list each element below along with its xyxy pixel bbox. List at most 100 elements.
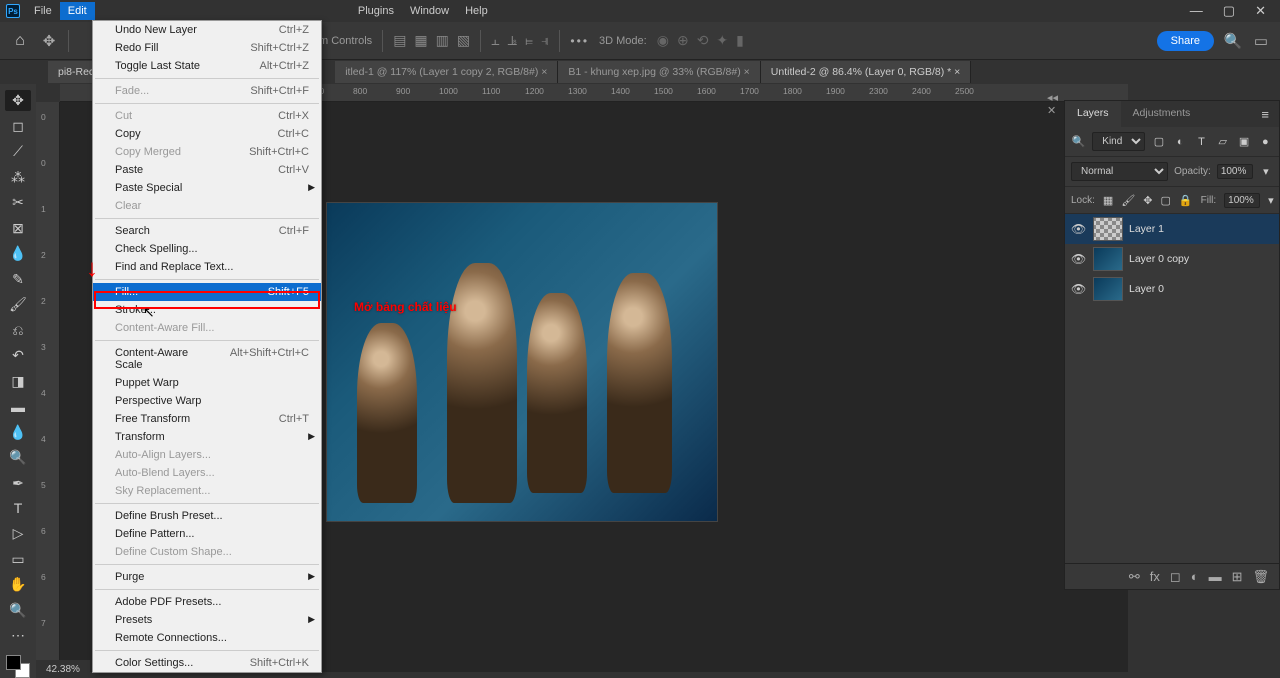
maximize-button[interactable]: ▢ [1223, 3, 1235, 19]
more-icon[interactable]: ••• [570, 34, 589, 48]
menu-item-define-brush-preset-[interactable]: Define Brush Preset... [93, 507, 321, 525]
distribute-icon[interactable]: ⫠ [491, 32, 499, 49]
menu-item-paste-special[interactable]: Paste Special▶ [93, 179, 321, 197]
eraser-tool[interactable]: ◨ [5, 370, 31, 391]
document-tab[interactable]: itled-1 @ 117% (Layer 1 copy 2, RGB/8#) … [335, 61, 558, 83]
panel-menu-icon[interactable]: ≡ [1251, 101, 1279, 127]
crop-tool[interactable]: ✂ [5, 192, 31, 213]
gradient-tool[interactable]: ▬ [5, 396, 31, 417]
fg-bg-swatch[interactable] [6, 655, 30, 678]
brush-tool[interactable]: 🖌 [5, 294, 31, 315]
align-left-icon[interactable]: ▤ [393, 32, 406, 49]
zoom-tool[interactable]: 🔍 [5, 600, 31, 621]
layers-tab[interactable]: Layers [1065, 101, 1121, 127]
fill-input[interactable] [1224, 193, 1260, 208]
menu-file[interactable]: File [26, 2, 60, 20]
3d-icon[interactable]: ✦ [716, 32, 728, 49]
frame-tool[interactable]: ⊠ [5, 217, 31, 238]
visibility-icon[interactable]: 👁 [1071, 222, 1087, 236]
align-center-icon[interactable]: ▦ [414, 32, 427, 49]
hand-tool[interactable]: ✋ [5, 574, 31, 595]
home-icon[interactable]: ⌂ [10, 31, 30, 51]
filter-toggle-icon[interactable]: ● [1258, 134, 1273, 150]
mask-icon[interactable]: ◻ [1170, 569, 1181, 585]
document-tab[interactable]: Untitled-2 @ 86.4% (Layer 0, RGB/8) * × [761, 61, 972, 83]
panel-collapse-icons[interactable]: ◂◂ ✕ [1044, 88, 1064, 120]
history-brush-tool[interactable]: ↶ [5, 345, 31, 366]
lock-artboard-icon[interactable]: ▢ [1161, 194, 1171, 207]
3d-icon[interactable]: ▮ [736, 32, 744, 49]
menu-item-toggle-last-state[interactable]: Toggle Last StateAlt+Ctrl+Z [93, 57, 321, 75]
3d-icon[interactable]: ⊕ [677, 32, 689, 49]
wand-tool[interactable]: ⁂ [5, 166, 31, 187]
align-bottom-icon[interactable]: ▧ [457, 32, 470, 49]
lasso-tool[interactable]: ⟋ [5, 141, 31, 162]
trash-icon[interactable]: 🗑 [1252, 569, 1269, 585]
blur-tool[interactable]: 💧 [5, 421, 31, 442]
menu-item-copy[interactable]: CopyCtrl+C [93, 125, 321, 143]
lock-trans-icon[interactable]: ▦ [1103, 194, 1113, 207]
path-tool[interactable]: ▷ [5, 523, 31, 544]
menu-item-free-transform[interactable]: Free TransformCtrl+T [93, 410, 321, 428]
filter-type-icon[interactable]: T [1194, 134, 1209, 150]
menu-item-color-settings-[interactable]: Color Settings...Shift+Ctrl+K [93, 654, 321, 672]
dropdown-icon[interactable]: ▾ [1268, 192, 1274, 208]
folder-icon[interactable]: ▬ [1209, 569, 1222, 584]
menu-item-redo-fill[interactable]: Redo FillShift+Ctrl+Z [93, 39, 321, 57]
type-tool[interactable]: T [5, 498, 31, 519]
menu-item-find-and-replace-text-[interactable]: Find and Replace Text... [93, 258, 321, 276]
search-icon[interactable]: 🔍 [1224, 32, 1242, 50]
healing-tool[interactable]: ✎ [5, 268, 31, 289]
filter-adjust-icon[interactable]: ◐ [1173, 134, 1188, 150]
shape-tool[interactable]: ▭ [5, 549, 31, 570]
marquee-tool[interactable]: ◻ [5, 115, 31, 136]
menu-item-content-aware-scale[interactable]: Content-Aware ScaleAlt+Shift+Ctrl+C [93, 344, 321, 374]
stamp-tool[interactable]: ⎌ [5, 319, 31, 340]
menu-item-purge[interactable]: Purge▶ [93, 568, 321, 586]
move-tool-icon[interactable]: ✥ [40, 32, 58, 50]
pen-tool[interactable]: ✒ [5, 472, 31, 493]
3d-icon[interactable]: ◉ [657, 32, 669, 49]
menu-help[interactable]: Help [457, 2, 496, 20]
move-tool[interactable]: ✥ [5, 90, 31, 111]
menu-item-fill-[interactable]: Fill...Shift+F5 [93, 283, 321, 301]
menu-item-remote-connections-[interactable]: Remote Connections... [93, 629, 321, 647]
menu-item-presets[interactable]: Presets▶ [93, 611, 321, 629]
menu-item-search[interactable]: SearchCtrl+F [93, 222, 321, 240]
distribute-icon[interactable]: ⫡ [508, 32, 517, 49]
3d-icon[interactable]: ⟲ [697, 32, 709, 49]
eyedropper-tool[interactable]: 💧 [5, 243, 31, 264]
visibility-icon[interactable]: 👁 [1071, 252, 1087, 266]
minimize-button[interactable]: — [1190, 3, 1203, 19]
new-layer-icon[interactable]: ⊞ [1232, 569, 1243, 585]
layer-item[interactable]: 👁Layer 0 [1065, 274, 1279, 304]
share-button[interactable]: Share [1157, 31, 1214, 51]
menu-item-check-spelling-[interactable]: Check Spelling... [93, 240, 321, 258]
menu-item-define-pattern-[interactable]: Define Pattern... [93, 525, 321, 543]
dropdown-icon[interactable]: ▾ [1259, 164, 1273, 180]
menu-item-paste[interactable]: PasteCtrl+V [93, 161, 321, 179]
filter-smart-icon[interactable]: ▣ [1236, 134, 1251, 150]
fx-icon[interactable]: fx [1150, 569, 1160, 584]
layer-item[interactable]: 👁Layer 1 [1065, 214, 1279, 244]
blend-mode-select[interactable]: Normal [1071, 162, 1168, 181]
distribute-icon[interactable]: ⫢ [525, 32, 533, 49]
adjustments-tab[interactable]: Adjustments [1121, 101, 1203, 127]
menu-item-stroke-[interactable]: Stroke... [93, 301, 321, 319]
menu-item-puppet-warp[interactable]: Puppet Warp [93, 374, 321, 392]
menu-plugins[interactable]: Plugins [350, 2, 402, 20]
search-icon[interactable]: 🔍 [1071, 134, 1086, 150]
align-right-icon[interactable]: ▥ [436, 32, 449, 49]
layer-item[interactable]: 👁Layer 0 copy [1065, 244, 1279, 274]
menu-item-transform[interactable]: Transform▶ [93, 428, 321, 446]
document-tab[interactable]: B1 - khung xep.jpg @ 33% (RGB/8#) × [558, 61, 760, 83]
opacity-input[interactable] [1217, 164, 1253, 179]
menu-item-perspective-warp[interactable]: Perspective Warp [93, 392, 321, 410]
lock-pixels-icon[interactable]: 🖌 [1121, 194, 1135, 207]
filter-image-icon[interactable]: ▢ [1151, 134, 1166, 150]
adjustment-icon[interactable]: ◐ [1191, 569, 1199, 584]
lock-all-icon[interactable]: 🔒 [1179, 194, 1193, 207]
tool-more[interactable]: ⋯ [5, 625, 31, 646]
menu-item-undo-new-layer[interactable]: Undo New LayerCtrl+Z [93, 21, 321, 39]
workspace-icon[interactable]: ▭ [1252, 32, 1270, 50]
